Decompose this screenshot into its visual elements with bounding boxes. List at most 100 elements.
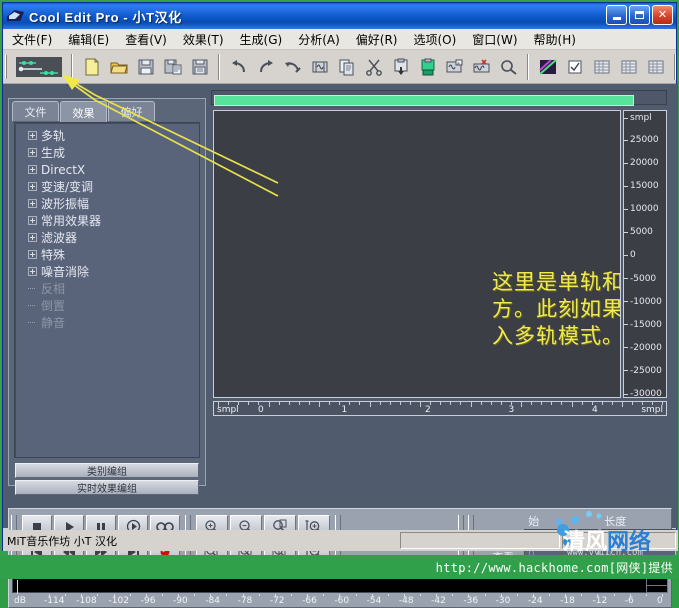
waveform-area: 这里是单轨和多轨切换的地方。此刻如果摁下去，将进入多轨模式。 smpl25000… <box>211 88 671 502</box>
menu-window[interactable]: 窗口(W) <box>465 29 524 50</box>
tree-item-label: 噪音消除 <box>41 265 90 279</box>
mix-paste-button[interactable] <box>415 54 440 79</box>
toolbar-group-file <box>76 52 215 82</box>
menu-generate[interactable]: 生成(G) <box>233 29 290 50</box>
expand-icon[interactable] <box>28 199 37 208</box>
horizontal-scrollbar-thumb[interactable] <box>214 95 634 106</box>
tree-item-time-pitch[interactable]: 变速/变调 <box>19 178 199 195</box>
toolbar-group-edit: w <box>223 52 524 82</box>
new-file-button[interactable] <box>79 54 104 79</box>
undo-button[interactable] <box>226 54 251 79</box>
status-bar: MiT音乐作坊 小T 汉化 <box>3 530 678 551</box>
menu-favorites[interactable]: 偏好(R) <box>349 29 405 50</box>
tree-item-generate[interactable]: 生成 <box>19 144 199 161</box>
tree-item-noise-reduction[interactable]: 噪音消除 <box>19 263 199 280</box>
spectral-view-button[interactable] <box>535 54 560 79</box>
tree-item-common-effects[interactable]: 常用效果器 <box>19 212 199 229</box>
show-grid-1-button[interactable] <box>589 54 614 79</box>
tree-item-directx[interactable]: DirectX <box>19 161 199 178</box>
expand-icon[interactable] <box>28 250 37 259</box>
horizontal-axis-tick: 2 <box>425 405 431 415</box>
redo-button[interactable] <box>253 54 278 79</box>
db-tick-label: -12 <box>592 596 608 606</box>
waveform-display[interactable]: 这里是单轨和多轨切换的地方。此刻如果摁下去，将进入多轨模式。 <box>213 110 621 398</box>
maximize-button[interactable] <box>629 5 650 25</box>
menu-options[interactable]: 选项(O) <box>406 29 463 50</box>
toolbar-separator <box>71 53 73 80</box>
copy-button[interactable] <box>334 54 359 79</box>
db-tick-label: -66 <box>302 596 317 606</box>
organizer-panel: 文件 效果 偏好 多轨 生成 DirectX 变速/变调 波形振幅 常用效果器 … <box>8 98 206 495</box>
horizontal-axis-tick: 0 <box>258 405 264 415</box>
tree-item-reverse[interactable]: 倒置 <box>19 297 199 314</box>
footer-url: http://www.hackhome.com[网侠]提供 <box>435 560 673 575</box>
multitrack-toggle-button[interactable] <box>13 54 65 79</box>
close-button[interactable]: ✕ <box>652 5 673 25</box>
select-all-button[interactable] <box>307 54 332 79</box>
db-tick-label: -48 <box>398 596 414 606</box>
menu-view[interactable]: 查看(V) <box>118 29 174 50</box>
menu-effects[interactable]: 效果(T) <box>176 29 231 50</box>
repeat-last-button[interactable] <box>280 54 305 79</box>
menu-edit[interactable]: 编辑(E) <box>61 29 116 50</box>
show-grid-3-button[interactable] <box>643 54 668 79</box>
expand-icon[interactable] <box>28 182 37 191</box>
db-tick-label: -54 <box>366 596 382 606</box>
expand-icon[interactable] <box>28 233 37 242</box>
tree-item-label: 滤波器 <box>41 231 78 245</box>
cut-button[interactable] <box>361 54 386 79</box>
effects-tree[interactable]: 多轨 生成 DirectX 变速/变调 波形振幅 常用效果器 滤波器 特殊 噪音… <box>14 122 200 458</box>
copy-pages-icon <box>339 59 353 75</box>
menu-help[interactable]: 帮助(H) <box>527 29 583 50</box>
tree-item-multitrack[interactable]: 多轨 <box>19 127 199 144</box>
tab-favorites[interactable]: 偏好 <box>108 101 155 121</box>
group-by-category-button[interactable]: 类别编组 <box>15 463 199 478</box>
open-file-button[interactable] <box>106 54 131 79</box>
toolbar-grip[interactable] <box>5 54 7 79</box>
level-meter-mini-display[interactable] <box>646 577 668 593</box>
expand-icon[interactable] <box>28 267 37 276</box>
tree-item-label: 反相 <box>41 282 66 296</box>
save-as-button[interactable] <box>160 54 185 79</box>
save-button[interactable] <box>133 54 158 79</box>
footer-bar: http://www.hackhome.com[网侠]提供 <box>0 555 679 579</box>
db-minor-tick <box>549 594 551 596</box>
tree-item-special[interactable]: 特殊 <box>19 246 199 263</box>
checkbox-tool-button[interactable] <box>562 54 587 79</box>
expand-icon[interactable] <box>28 216 37 225</box>
trim-button[interactable]: w <box>442 54 467 79</box>
tab-effects[interactable]: 效果 <box>60 101 107 123</box>
tree-item-label: 静音 <box>41 316 66 330</box>
tree-item-filters[interactable]: 滤波器 <box>19 229 199 246</box>
db-tick-label: -114 <box>44 596 65 606</box>
toolbar-separator <box>218 53 220 80</box>
db-tick-label: -84 <box>205 596 221 606</box>
db-minor-tick <box>226 594 228 596</box>
application-root: Cool Edit Pro - 小T汉化 ✕ 文件(F) 编辑(E) 查看(V)… <box>0 0 679 608</box>
tree-item-silence[interactable]: 静音 <box>19 314 199 331</box>
show-grid-2-button[interactable] <box>616 54 641 79</box>
menu-file[interactable]: 文件(F) <box>5 29 59 50</box>
delete-selection-button[interactable] <box>469 54 494 79</box>
vertical-axis-unit: smpl <box>624 113 666 123</box>
repeat-arrow-icon <box>284 61 301 73</box>
tree-item-invert[interactable]: 反相 <box>19 280 199 297</box>
menu-analyze[interactable]: 分析(A) <box>291 29 347 50</box>
minimize-button[interactable] <box>606 5 627 25</box>
horizontal-ruler: smpl smpl 0 1 2 3 4 <box>213 401 667 416</box>
paste-button[interactable] <box>388 54 413 79</box>
db-minor-tick <box>613 594 615 596</box>
expand-icon[interactable] <box>28 148 37 157</box>
db-tick-label: -24 <box>527 596 543 606</box>
tree-item-amplitude[interactable]: 波形振幅 <box>19 195 199 212</box>
tab-files[interactable]: 文件 <box>12 101 59 121</box>
level-meter-display[interactable] <box>12 577 662 594</box>
find-beats-button[interactable] <box>496 54 521 79</box>
db-tick-label: -42 <box>431 596 446 606</box>
select-all-icon <box>312 61 327 72</box>
group-realtime-effects-button[interactable]: 实时效果编组 <box>15 480 199 495</box>
expand-icon[interactable] <box>28 165 37 174</box>
expand-icon[interactable] <box>28 131 37 140</box>
horizontal-scrollbar-track[interactable] <box>211 90 667 106</box>
save-all-button[interactable] <box>187 54 212 79</box>
